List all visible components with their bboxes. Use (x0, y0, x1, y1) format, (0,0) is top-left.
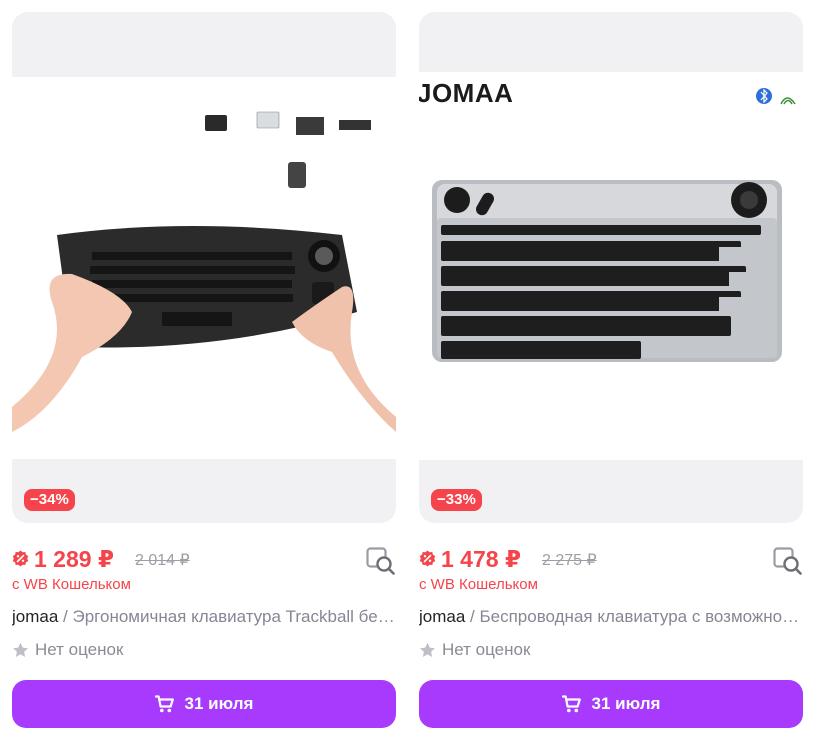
price-row: 1 289 ₽ 2 014 ₽ (12, 545, 396, 575)
delivery-date-label: 31 июля (184, 694, 254, 713)
product-name: Эргономичная клавиатура Trackball беспро… (72, 607, 396, 626)
wb-wallet-discount-icon (12, 550, 29, 567)
star-icon (13, 642, 28, 657)
product-name: Беспроводная клавиатура с возможностью п… (479, 607, 803, 626)
product-brand: jomaa (419, 607, 466, 626)
product-title[interactable]: jomaa / Эргономичная клавиатура Trackbal… (12, 606, 396, 628)
delivery-date-label: 31 июля (591, 694, 661, 713)
title-separator: / (465, 607, 480, 626)
add-to-cart-button[interactable]: 31 июля (12, 680, 396, 728)
wb-wallet-discount-icon (419, 550, 436, 567)
keyboard-product-illustration: JOMAA (419, 72, 803, 460)
product-image[interactable]: −34% (12, 12, 396, 523)
similar-search-icon[interactable] (366, 547, 396, 575)
current-price: 1 289 ₽ (34, 546, 114, 572)
similar-search-icon[interactable] (773, 547, 803, 575)
old-price: 2 014 ₽ (135, 552, 190, 569)
current-price: 1 478 ₽ (441, 546, 521, 572)
price-row: 1 478 ₽ 2 275 ₽ (419, 545, 803, 575)
rating-text: Нет оценок (442, 640, 531, 659)
cart-icon (561, 695, 581, 713)
product-title[interactable]: jomaa / Беспроводная клавиатура с возмож… (419, 606, 803, 628)
cart-icon (154, 695, 174, 713)
star-icon (420, 642, 435, 657)
image-brand-logo: JOMAA (419, 78, 513, 108)
product-brand: jomaa (12, 607, 59, 626)
keyboard-in-hands-illustration (12, 77, 396, 459)
wallet-note: с WB Кошельком (12, 576, 131, 593)
product-image[interactable]: JOMAA −33% (419, 12, 803, 523)
product-card[interactable]: −34% 1 289 ₽ 2 014 ₽ с WB Кошельком joma… (12, 12, 396, 732)
title-separator: / (58, 607, 73, 626)
discount-badge: −34% (24, 489, 75, 511)
old-price: 2 275 ₽ (542, 552, 597, 569)
rating-text: Нет оценок (35, 640, 124, 659)
discount-badge: −33% (431, 489, 482, 511)
wallet-note: с WB Кошельком (419, 576, 538, 593)
add-to-cart-button[interactable]: 31 июля (419, 680, 803, 728)
product-card[interactable]: JOMAA −33% 1 478 ₽ 2 275 ₽ с WB Кошелько… (419, 12, 803, 732)
